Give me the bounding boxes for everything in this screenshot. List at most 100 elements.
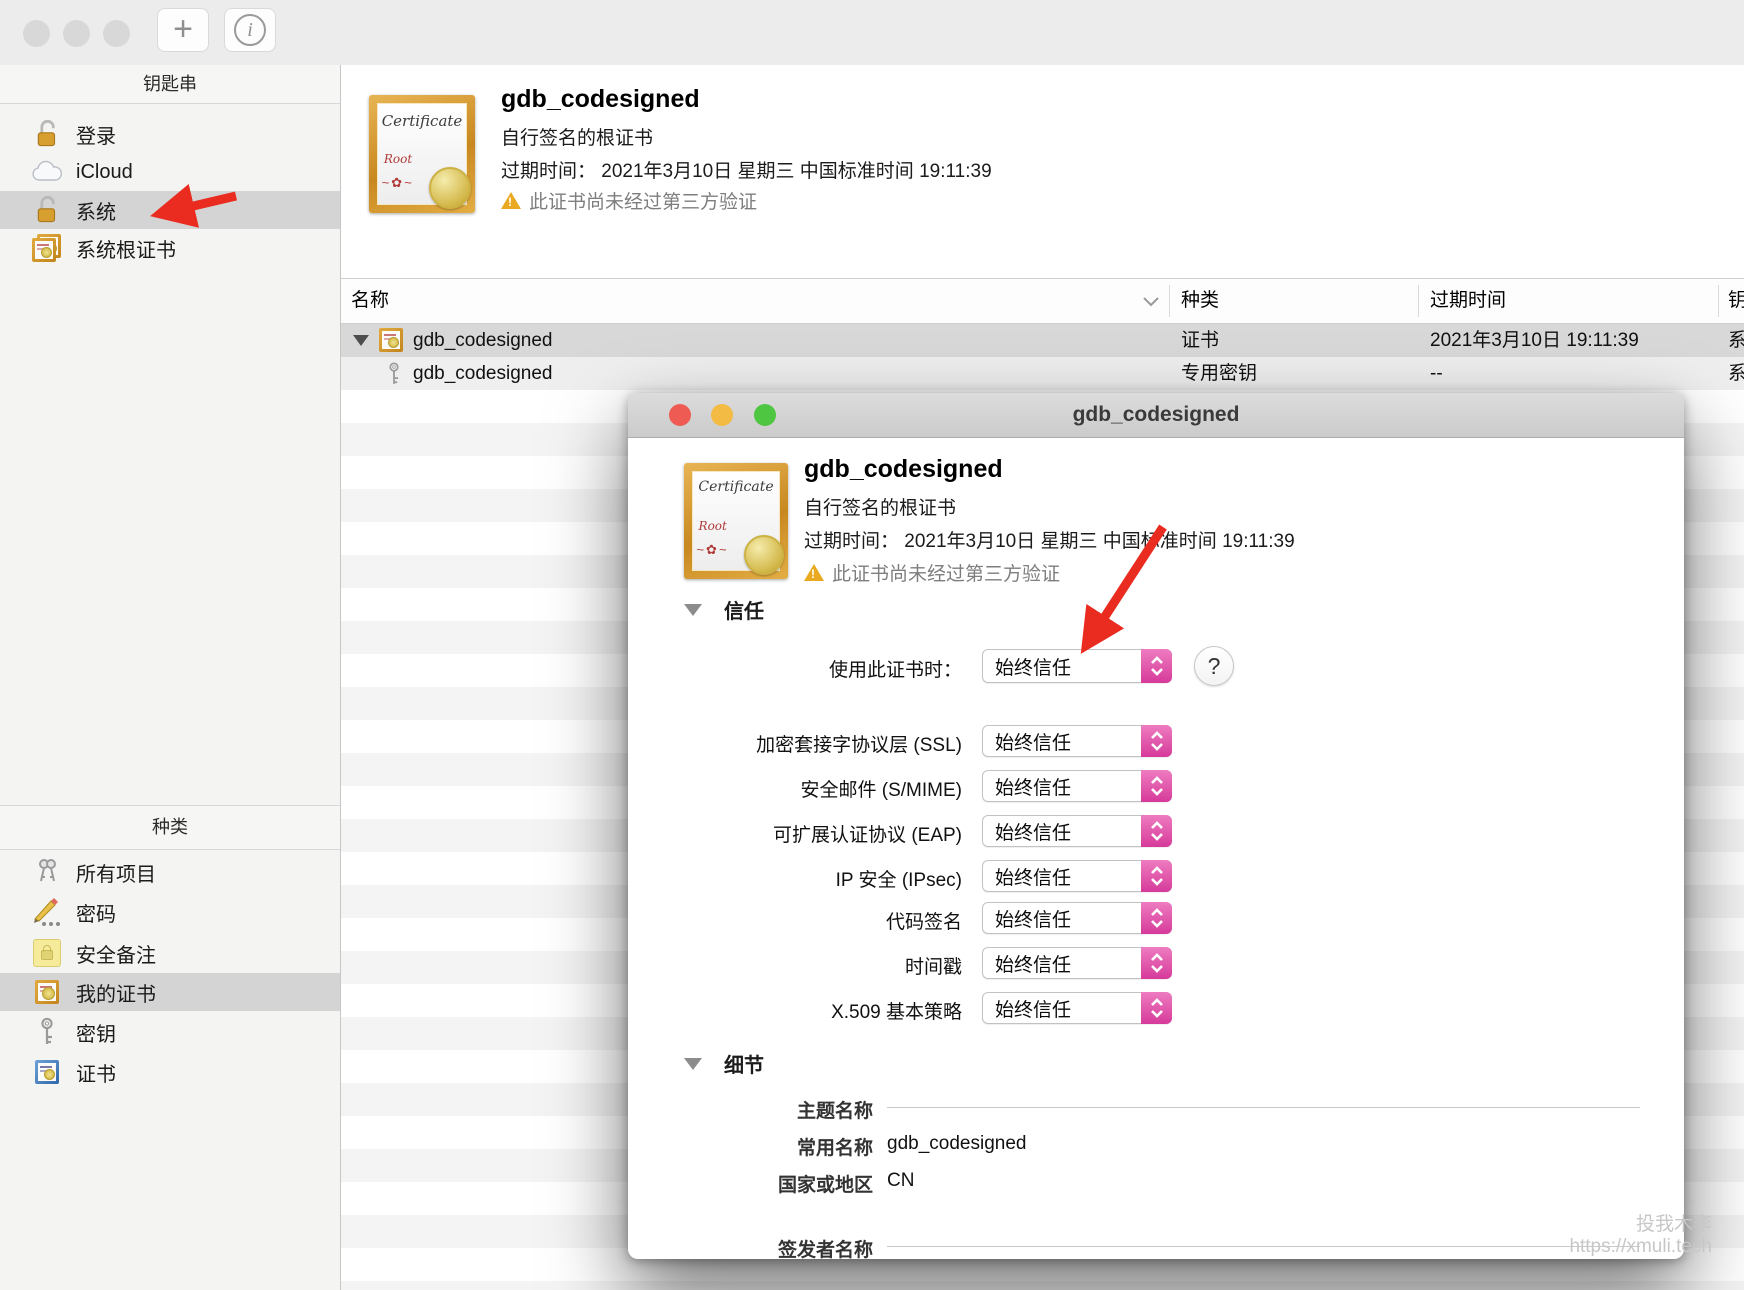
trust-select-x509[interactable]: 始终信任 [982, 992, 1172, 1024]
column-header-name[interactable]: 名称 [351, 279, 389, 323]
row-name: gdb_codesigned [413, 357, 552, 390]
window-minimize-button[interactable] [63, 20, 90, 47]
dialog-minimize-button[interactable] [711, 404, 733, 426]
keychains-header: 钥匙串 [0, 65, 340, 104]
sidebar-item-icloud[interactable]: iCloud [0, 153, 340, 191]
row-kind: 证书 [1181, 324, 1219, 357]
row-name: gdb_codesigned [413, 324, 552, 357]
plus-icon: + [173, 12, 193, 46]
window-zoom-button[interactable] [103, 20, 130, 47]
certificate-dialog: gdb_codesigned Certificate Root ~✿~ gdb_… [628, 393, 1684, 1259]
trust-label-when-using: 使用此证书时： [668, 655, 962, 682]
sidebar-item-login[interactable]: 登录 [0, 115, 340, 153]
stepper-icon [1141, 815, 1172, 847]
trust-select-when-using[interactable]: 始终信任 [982, 649, 1172, 683]
secure-note-icon [30, 938, 64, 968]
stepper-icon [1141, 902, 1172, 934]
sidebar-item-label: 密码 [76, 898, 116, 927]
row-keychain: 系 [1728, 324, 1744, 357]
window-toolbar: + i [0, 0, 1744, 66]
sidebar-item-label: iCloud [76, 161, 133, 184]
dialog-cert-title: gdb_codesigned [804, 455, 1003, 484]
add-item-button[interactable]: + [157, 8, 209, 52]
warning-icon [804, 564, 824, 581]
disclosure-triangle-icon[interactable] [684, 1058, 702, 1070]
warning-icon [501, 192, 521, 209]
disclosure-triangle-icon[interactable] [353, 335, 369, 346]
dialog-cert-expiry: 过期时间： 2021年3月10日 星期三 中国标准时间 19:11:39 [804, 526, 1295, 553]
certificate-stack-icon [30, 233, 64, 263]
trust-select-ipsec[interactable]: 始终信任 [982, 860, 1172, 892]
cert-warning: 此证书尚未经过第三方验证 [501, 187, 757, 214]
my-certificate-icon [30, 977, 64, 1007]
sidebar-item-label: 证书 [76, 1058, 116, 1087]
watermark: 投我木李 https://xmuli.tech [1569, 1214, 1712, 1258]
sidebar-item-label: 系统 [76, 196, 116, 225]
sidebar-item-secure-notes[interactable]: 安全备注 [0, 934, 340, 972]
trust-select-smime[interactable]: 始终信任 [982, 770, 1172, 802]
sidebar-item-keys[interactable]: 密钥 [0, 1013, 340, 1051]
sidebar: 钥匙串 登录 iCloud 系统 [0, 65, 341, 1290]
help-button[interactable]: ? [1194, 646, 1234, 686]
key-mini-icon [385, 361, 403, 393]
key-icon [30, 1017, 64, 1047]
table-header: 名称 种类 过期时间 钥 [341, 278, 1744, 324]
section-divider [887, 1107, 1640, 1108]
dialog-cert-warning: 此证书尚未经过第三方验证 [804, 559, 1060, 586]
keys-bunch-icon [30, 857, 64, 887]
trust-select-code-signing[interactable]: 始终信任 [982, 902, 1172, 934]
cert-expiry: 过期时间： 2021年3月10日 星期三 中国标准时间 19:11:39 [501, 156, 992, 183]
stepper-icon [1141, 725, 1172, 757]
trust-label-code-signing: 代码签名 [668, 907, 962, 934]
window-close-button[interactable] [23, 20, 50, 47]
sidebar-item-all-items[interactable]: 所有项目 [0, 853, 340, 891]
trust-label-eap: 可扩展认证协议 (EAP) [668, 820, 962, 847]
trust-select-ssl[interactable]: 始终信任 [982, 725, 1172, 757]
get-info-button[interactable]: i [224, 8, 276, 52]
sidebar-item-label: 登录 [76, 120, 116, 149]
cert-subtitle: 自行签名的根证书 [501, 123, 653, 150]
table-row-certificate[interactable]: gdb_codesigned 证书 2021年3月10日 19:11:39 系 [341, 324, 1744, 357]
sidebar-item-label: 安全备注 [76, 939, 156, 968]
certificate-summary: Certificate Root ~✿~ gdb_codesigned 自行签名… [341, 65, 1744, 278]
trust-label-ipsec: IP 安全 (IPsec) [668, 865, 962, 892]
details-section-header[interactable]: 细节 [684, 1049, 764, 1078]
dialog-title: gdb_codesigned [1073, 393, 1240, 437]
trust-section-header[interactable]: 信任 [684, 595, 764, 624]
stepper-icon [1141, 992, 1172, 1024]
certificate-mini-icon [379, 328, 403, 352]
column-header-expires[interactable]: 过期时间 [1430, 279, 1506, 323]
disclosure-triangle-icon[interactable] [684, 604, 702, 616]
dialog-close-button[interactable] [669, 404, 691, 426]
certificate-icon [30, 1057, 64, 1087]
trust-label-timestamp: 时间戳 [668, 952, 962, 979]
pencil-dots-icon [30, 897, 64, 927]
row-expires: -- [1430, 357, 1443, 390]
sidebar-item-label: 系统根证书 [76, 234, 176, 263]
trust-label-x509: X.509 基本策略 [668, 997, 962, 1024]
trust-select-timestamp[interactable]: 始终信任 [982, 947, 1172, 979]
row-keychain: 系 [1728, 357, 1744, 390]
detail-label-country: 国家或地区 [668, 1170, 873, 1197]
dialog-zoom-button[interactable] [754, 404, 776, 426]
dialog-titlebar[interactable]: gdb_codesigned [628, 393, 1684, 438]
sidebar-item-system[interactable]: 系统 [0, 191, 340, 229]
detail-label-common-name: 常用名称 [668, 1133, 873, 1160]
column-header-keychain[interactable]: 钥 [1728, 279, 1744, 323]
sidebar-item-certificates[interactable]: 证书 [0, 1053, 340, 1091]
trust-label-ssl: 加密套接字协议层 (SSL) [668, 730, 962, 757]
stepper-icon [1141, 649, 1172, 683]
unlocked-padlock-icon [30, 119, 64, 149]
sidebar-item-passwords[interactable]: 密码 [0, 893, 340, 931]
sidebar-item-label: 所有项目 [76, 858, 156, 887]
row-kind: 专用密钥 [1181, 357, 1257, 390]
column-header-kind[interactable]: 种类 [1181, 279, 1219, 323]
trust-label-smime: 安全邮件 (S/MIME) [668, 775, 962, 802]
trust-select-eap[interactable]: 始终信任 [982, 815, 1172, 847]
unlocked-padlock-icon [30, 195, 64, 225]
category-header: 种类 [0, 805, 340, 850]
sidebar-item-system-roots[interactable]: 系统根证书 [0, 229, 340, 267]
cloud-icon [30, 157, 64, 187]
sidebar-item-my-certificates[interactable]: 我的证书 [0, 973, 340, 1011]
table-row-private-key[interactable]: gdb_codesigned 专用密钥 -- 系 [341, 357, 1744, 390]
